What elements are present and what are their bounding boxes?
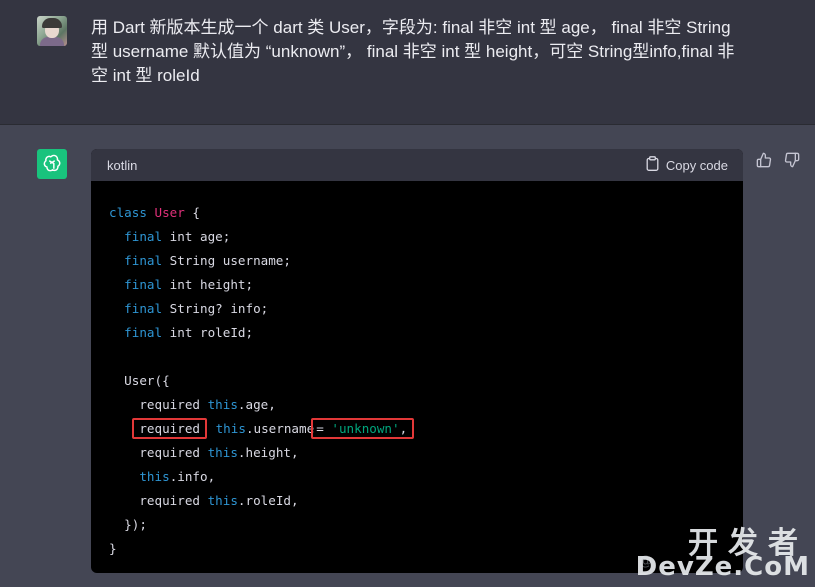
code-line: } xyxy=(109,541,117,556)
code-line: User({ xyxy=(109,373,170,388)
openai-logo-icon xyxy=(37,149,67,179)
code-line: final int age; xyxy=(109,229,231,244)
code-line: required this.height, xyxy=(109,445,299,460)
code-line: }); xyxy=(109,517,147,532)
watermark-bottom-text: DevZe.CoM xyxy=(635,552,810,582)
default-value-highlight-box: = 'unknown', xyxy=(311,418,415,439)
code-language-label: kotlin xyxy=(107,157,138,173)
clipboard-icon xyxy=(646,156,659,174)
code-header: kotlin Copy code xyxy=(91,149,743,181)
code-line: final String? info; xyxy=(109,301,269,316)
code-line: final int height; xyxy=(109,277,254,292)
code-body: class User { final int age; final String… xyxy=(91,181,743,573)
thumbs-up-icon[interactable] xyxy=(756,152,772,168)
user-prompt-text: 用 Dart 新版本生成一个 dart 类 User，字段为: final 非空… xyxy=(91,18,735,85)
code-line: class User { xyxy=(109,205,201,220)
code-line: this.info, xyxy=(139,469,216,484)
thumbs-down-icon[interactable] xyxy=(784,152,800,168)
code-line: required this.age, xyxy=(109,397,276,412)
required-highlight-box: required xyxy=(132,418,208,439)
code-line: required this.roleId, xyxy=(109,493,299,508)
code-line-highlighted: required this.username = 'unknown', xyxy=(109,417,725,441)
copy-code-button[interactable]: Copy code xyxy=(646,156,728,174)
user-avatar xyxy=(37,16,67,46)
site-watermark: @ 开发者 DevZe.CoM xyxy=(636,518,812,584)
code-block: kotlin Copy code class User { final int … xyxy=(91,149,743,573)
user-message-row: 用 Dart 新版本生成一个 dart 类 User，字段为: final 非空… xyxy=(0,0,815,125)
copy-code-label: Copy code xyxy=(665,157,728,173)
code-line: final String username; xyxy=(109,253,291,268)
feedback-buttons xyxy=(756,152,800,168)
code-line: final int roleId; xyxy=(109,325,254,340)
